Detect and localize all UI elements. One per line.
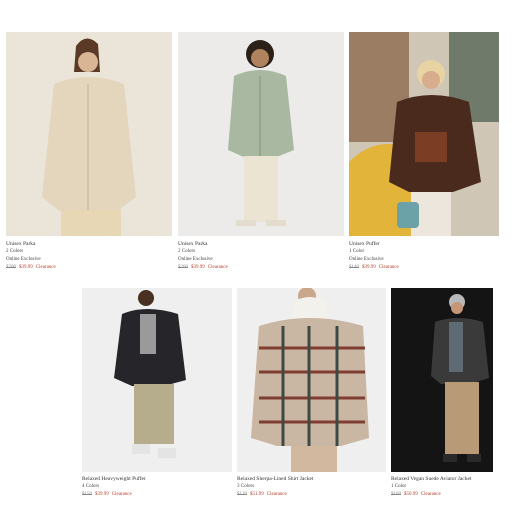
sale-price: $39.99 (95, 492, 109, 497)
product-name[interactable]: Relaxed Vegan Suede Aviator Jacket (391, 475, 471, 483)
product-price: $160 $50.99 Clearance (391, 491, 471, 499)
product-price: $200 $39.99 Clearance (178, 264, 228, 272)
product-name[interactable]: Relaxed Sherpa-Lined Shirt Jacket (237, 475, 314, 483)
product-image[interactable] (391, 288, 493, 472)
product-card[interactable]: Unisex Parka 2 Colors Online Exclusive $… (178, 32, 344, 277)
product-colors: 2 Colors (6, 249, 24, 254)
sale-price: $39.99 (362, 265, 376, 270)
original-price: $140 (349, 265, 359, 270)
product-exclusive: Online Exclusive (349, 257, 384, 262)
original-price: $200 (6, 265, 16, 270)
product-card[interactable]: Relaxed Sherpa-Lined Shirt Jacket 3 Colo… (237, 288, 386, 503)
clearance-label: Clearance (111, 492, 132, 497)
product-image[interactable] (237, 288, 386, 472)
product-price: $140 $39.99 Clearance (349, 264, 399, 272)
product-colors: 2 Colors (178, 249, 196, 254)
product-colors: 4 Colors (82, 484, 100, 489)
product-card[interactable]: Relaxed Heavyweight Puffer 4 Colors $150… (82, 288, 232, 503)
clearance-label: Clearance (207, 265, 228, 270)
product-exclusive: Online Exclusive (178, 257, 213, 262)
product-name[interactable]: Unisex Puffer (349, 240, 399, 248)
product-colors: 3 Colors (237, 484, 255, 489)
product-image[interactable] (178, 32, 344, 236)
original-price: $160 (391, 492, 401, 497)
clearance-label: Clearance (420, 492, 441, 497)
product-colors: 1 Color (349, 249, 365, 254)
product-price: $150 $39.99 Clearance (82, 491, 146, 499)
product-price: $200 $39.99 Clearance (6, 264, 56, 272)
product-price: $120 $51.99 Clearance (237, 491, 314, 499)
clearance-label: Clearance (378, 265, 399, 270)
product-name[interactable]: Unisex Parka (178, 240, 228, 248)
clearance-label: Clearance (35, 265, 56, 270)
original-price: $200 (178, 265, 188, 270)
clearance-label: Clearance (266, 492, 287, 497)
sale-price: $39.99 (19, 265, 33, 270)
product-colors: 1 Color (391, 484, 407, 489)
product-image[interactable] (349, 32, 499, 236)
product-exclusive: Online Exclusive (6, 257, 41, 262)
sale-price: $39.99 (191, 265, 205, 270)
product-card[interactable]: Unisex Parka 2 Colors Online Exclusive $… (6, 32, 172, 277)
original-price: $120 (237, 492, 247, 497)
sale-price: $51.99 (250, 492, 264, 497)
sale-price: $50.99 (404, 492, 418, 497)
product-image[interactable] (82, 288, 232, 472)
product-card[interactable]: Unisex Puffer 1 Color Online Exclusive $… (349, 32, 499, 277)
product-image[interactable] (6, 32, 172, 236)
original-price: $150 (82, 492, 92, 497)
product-name[interactable]: Relaxed Heavyweight Puffer (82, 475, 146, 483)
product-name[interactable]: Unisex Parka (6, 240, 56, 248)
product-card[interactable]: Relaxed Vegan Suede Aviator Jacket 1 Col… (391, 288, 493, 503)
